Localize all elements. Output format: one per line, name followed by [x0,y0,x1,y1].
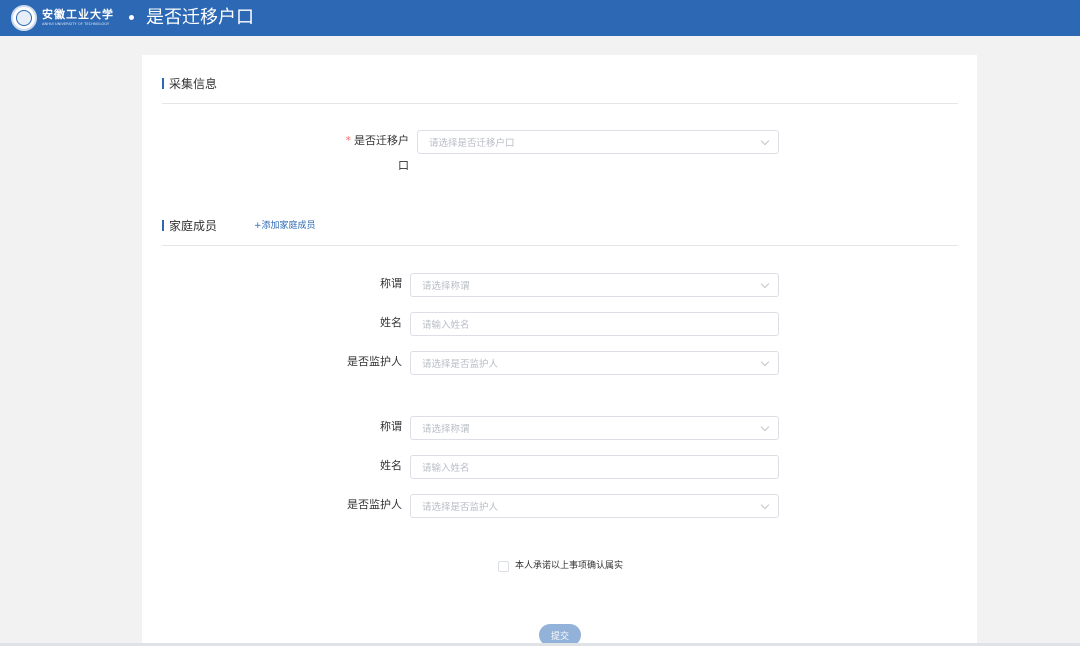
relation-select-placeholder: 请选择称谓 [422,281,470,292]
add-family-member-link[interactable]: +添加家庭成员 [254,220,316,232]
pledge-text[interactable]: 本人承诺以上事项确认属实 [515,560,623,572]
migrate-select-placeholder: 请选择是否迁移户口 [429,138,515,149]
relation-select-placeholder: 请选择称谓 [422,424,470,435]
title-separator-dot [129,15,134,20]
checkbox-icon[interactable] [498,560,509,572]
university-logo[interactable]: 安徽工业大学 ANHUI UNIVERSITY OF TECHNOLOGY [11,5,114,31]
section-marker [162,77,164,89]
section-marker [162,219,164,231]
relation-label: 称谓 [380,277,402,290]
chevron-down-icon [760,422,770,432]
name-label: 姓名 [380,459,402,472]
chevron-down-icon [760,500,770,510]
university-seal-icon [11,5,37,31]
name-input[interactable]: 请输入姓名 [410,312,779,336]
section-header-family: 家庭成员 [162,215,217,235]
required-mark: * [345,134,352,147]
name-input-placeholder: 请输入姓名 [422,463,470,474]
guardian-select-placeholder: 请选择是否监护人 [422,502,499,513]
guardian-label: 是否监护人 [347,355,402,368]
guardian-select[interactable]: 请选择是否监护人 [410,351,779,375]
guardian-label: 是否监护人 [347,498,402,511]
section-title-collect: 采集信息 [169,76,218,91]
relation-select[interactable]: 请选择称谓 [410,273,779,297]
relation-label: 称谓 [380,420,402,433]
chevron-down-icon [760,279,770,289]
chevron-down-icon [760,357,770,367]
guardian-select-placeholder: 请选择是否监护人 [422,359,499,370]
page-title: 是否迁移户口 [146,7,254,28]
form-card: 采集信息 * 是否迁移户 口 请选择是否迁移户口 家庭成员 +添加家庭成员 称谓 … [142,55,977,646]
guardian-select[interactable]: 请选择是否监护人 [410,494,779,518]
logo-name-en: ANHUI UNIVERSITY OF TECHNOLOGY [42,22,110,27]
chevron-down-icon [760,136,770,146]
migrate-select[interactable]: 请选择是否迁移户口 [417,130,779,154]
pledge-row[interactable]: 本人承诺以上事项确认属实 [498,560,623,572]
migrate-label-line1: 是否迁移户 [354,134,409,147]
name-label: 姓名 [380,316,402,329]
logo-name-cn: 安徽工业大学 [42,8,114,22]
section-header-collect: 采集信息 [162,73,217,93]
migrate-label: * 是否迁移户 [337,134,410,148]
name-input-placeholder: 请输入姓名 [422,320,470,331]
section-title-family: 家庭成员 [169,218,218,233]
migrate-label-wrap: 口 [388,159,409,173]
relation-select[interactable]: 请选择称谓 [410,416,779,440]
section-divider [162,245,958,246]
top-bar: 安徽工业大学 ANHUI UNIVERSITY OF TECHNOLOGY 是否… [0,0,1080,36]
name-input[interactable]: 请输入姓名 [410,455,779,479]
section-divider [162,103,958,104]
migrate-label-line2: 口 [398,159,409,172]
